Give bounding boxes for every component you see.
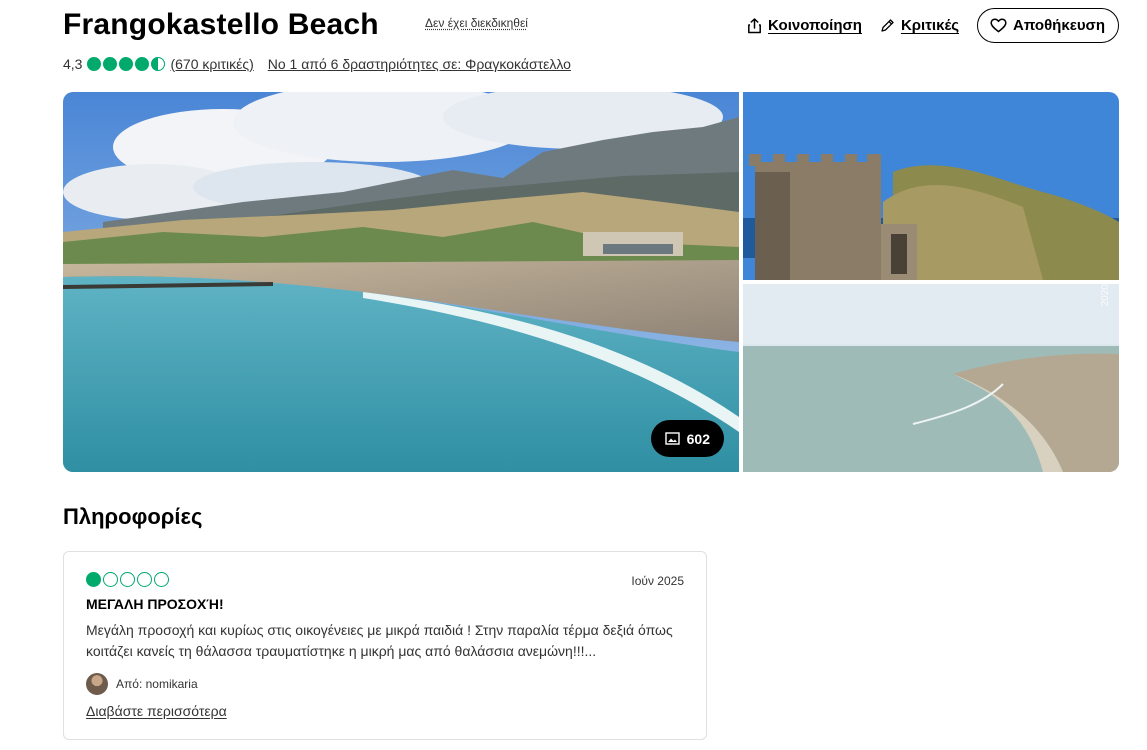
save-label: Αποθήκευση [1013,17,1105,34]
rating-bubbles [87,57,166,71]
rating-bubble-icon [86,572,101,587]
claim-status[interactable]: Δεν έχει διεκδικηθεί [425,16,528,30]
share-button[interactable]: Κοινοποίηση [747,17,862,34]
review-text: Μεγάλη προσοχή και κυρίως στις οικογένει… [86,622,673,659]
review-count-link[interactable]: (670 κριτικές) [170,56,253,72]
rating-bubble-icon [103,57,118,71]
review-card: Ιούν 2025 ΜΕΓΑΛΗ ΠΡΟΣΟΧΉ! Μεγάλη προσοχή… [63,551,707,740]
photo-count-button[interactable]: 602 [650,420,724,457]
main-beach-photo[interactable]: 602 [63,92,739,472]
share-label: Κοινοποίηση [768,17,862,34]
rating-bubble-icon [135,57,150,71]
photo-watermark: 2020 [1100,284,1111,307]
avatar[interactable] [86,673,108,695]
ranking-link[interactable]: Νο 1 από 6 δραστηριότητες σε: Φραγκοκάστ… [268,56,571,72]
castle-photo[interactable] [743,92,1119,280]
write-review-button[interactable]: Κριτικές [880,17,959,34]
review-title: ΜΕΓΑΛΗ ΠΡΟΣΟΧΉ! [86,596,224,612]
photo-count: 602 [686,430,710,447]
rating-bubble-empty-icon [137,572,152,587]
rating-bubble-empty-icon [120,572,135,587]
shore-photo[interactable]: 2020 [743,284,1119,472]
rating-bubble-icon [119,57,134,71]
share-icon [748,17,761,33]
info-section-title: Πληροφορίες [63,504,203,529]
pencil-icon [881,19,894,32]
review-author: Από: nomikaria [86,673,684,695]
header-actions: Κοινοποίηση Κριτικές Αποθήκευση [747,8,1119,43]
review-date: Ιούν 2025 [631,574,684,588]
image-icon [664,432,680,445]
rating-bubble-empty-icon [154,572,169,587]
rating-score: 4,3 [63,56,83,72]
rating-bubble-icon [87,57,102,71]
heart-icon [990,18,1007,33]
review-author-name: Από: nomikaria [116,677,198,691]
review-rating-bubbles [86,572,679,587]
rating-bubble-half-icon [151,57,166,71]
rating-summary: 4,3 (670 κριτικές) Νο 1 από 6 δραστηριότ… [63,56,571,72]
page-title: Frangokastello Beach [63,8,379,41]
read-more-link[interactable]: Διαβάστε περισσότερα [86,703,684,719]
reviews-label: Κριτικές [900,17,960,34]
photo-gallery: 602 2020 [63,92,1119,472]
save-button[interactable]: Αποθήκευση [977,8,1119,43]
rating-bubble-empty-icon [103,572,118,587]
